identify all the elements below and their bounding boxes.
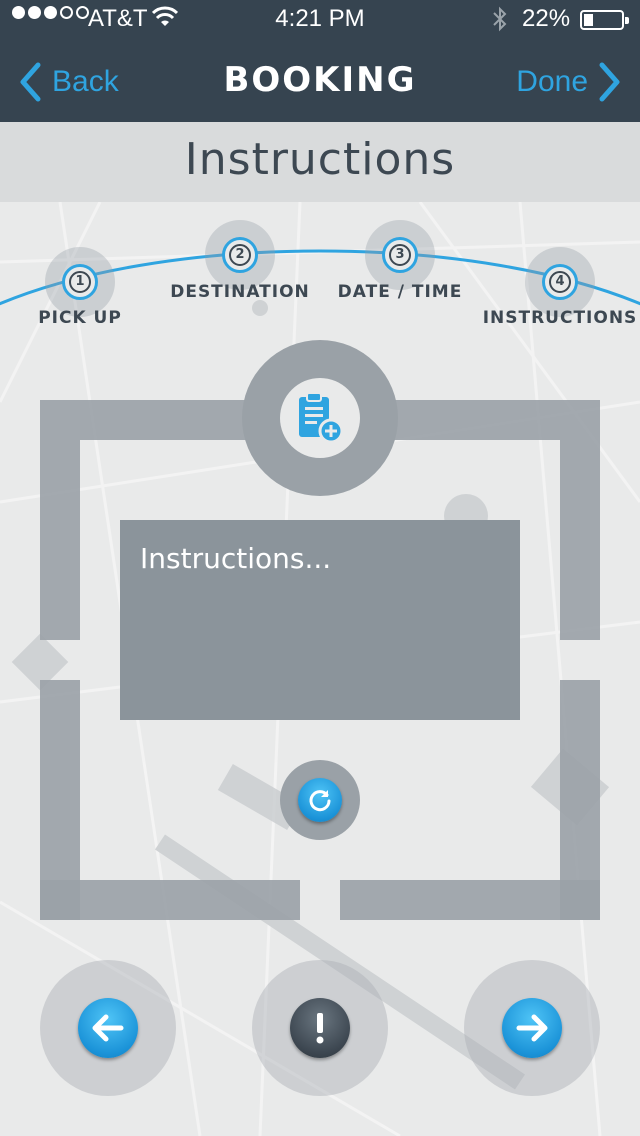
- battery-percent: 22%: [522, 5, 571, 32]
- step-1[interactable]: 1: [45, 247, 115, 317]
- chevron-right-icon: [599, 62, 620, 102]
- page-heading-band: Instructions: [0, 122, 640, 202]
- previous-button[interactable]: [78, 998, 138, 1058]
- step-3[interactable]: 3: [365, 220, 435, 290]
- step-4[interactable]: 4: [525, 247, 595, 317]
- step-1-label: PICK UP: [38, 308, 122, 328]
- arrow-left-icon: [92, 1014, 124, 1042]
- alert-button[interactable]: [290, 998, 350, 1058]
- add-instruction-button[interactable]: [280, 378, 360, 458]
- battery-icon: [580, 10, 629, 30]
- alert-wrap: [252, 960, 388, 1096]
- frame-bottom-right: [340, 880, 600, 920]
- booking-steps: 1 PICK UP 2 DESTINATION 3 DATE / TIME 4 …: [0, 202, 640, 342]
- status-bar: AT&T 4:21 PM 22%: [0, 0, 640, 40]
- refresh-icon: [309, 790, 331, 812]
- arrow-right-icon: [516, 1014, 548, 1042]
- step-1-number: 1: [69, 271, 91, 293]
- clipboard-add-icon: [299, 392, 344, 444]
- step-2[interactable]: 2: [205, 220, 275, 290]
- page-title: Instructions: [184, 134, 456, 185]
- step-2-label: DESTINATION: [170, 282, 310, 302]
- step-4-number: 4: [549, 271, 571, 293]
- refresh-wrap: [280, 760, 360, 840]
- top-bar: AT&T 4:21 PM 22% Back BOOKING Done: [0, 0, 640, 122]
- next-button[interactable]: [502, 998, 562, 1058]
- done-button[interactable]: Done: [516, 62, 622, 102]
- prev-wrap: [40, 960, 176, 1096]
- frame-bottom-left: [40, 880, 300, 920]
- instructions-badge: [242, 340, 398, 496]
- step-3-number: 3: [389, 244, 411, 266]
- step-2-number: 2: [229, 244, 251, 266]
- bluetooth-icon: [492, 6, 508, 38]
- done-label: Done: [516, 65, 588, 98]
- step-3-label: DATE / TIME: [337, 282, 463, 302]
- navigation-bar: Back BOOKING Done: [0, 40, 640, 122]
- exclamation-icon: [316, 1013, 324, 1044]
- frame-left-upper: [40, 440, 80, 640]
- step-4-label: INSTRUCTIONS: [482, 308, 638, 328]
- next-wrap: [464, 960, 600, 1096]
- frame-right-upper: [560, 440, 600, 640]
- instructions-input[interactable]: [120, 520, 520, 720]
- refresh-button[interactable]: [298, 778, 342, 822]
